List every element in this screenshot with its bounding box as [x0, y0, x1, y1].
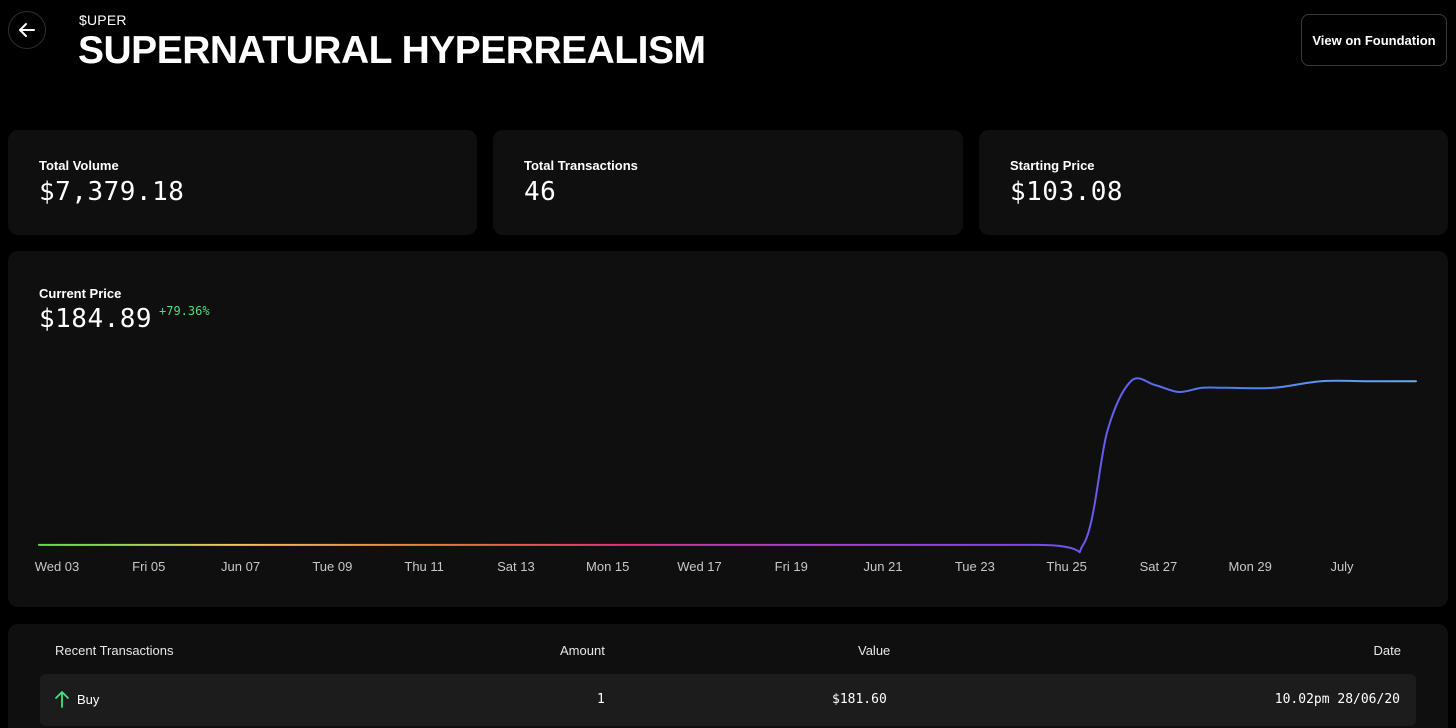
transaction-value: $181.60	[832, 692, 887, 707]
amount-column-header: Amount	[560, 643, 605, 658]
page: $UPER SUPERNATURAL HYPERREALISM View on …	[0, 0, 1456, 728]
total-transactions-card: Total Transactions 46	[493, 130, 963, 235]
x-tick-label: Wed 03	[35, 559, 80, 574]
transaction-type: Buy	[77, 692, 100, 707]
total-volume-value: $7,379.18	[39, 177, 185, 207]
x-tick-label: Thu 11	[404, 559, 444, 574]
starting-price-card: Starting Price $103.08	[979, 130, 1448, 235]
total-transactions-label: Total Transactions	[524, 158, 638, 173]
x-tick-label: Sat 13	[497, 559, 535, 574]
transaction-amount: 1	[597, 692, 605, 707]
arrow-up-icon	[55, 691, 69, 708]
view-on-foundation-button[interactable]: View on Foundation	[1301, 14, 1447, 66]
x-tick-label: Fri 19	[775, 559, 808, 574]
price-line-chart[interactable]: Wed 03 Fri 05 Jun 07 Tue 09 Thu 11 Sat 13 Mon …	[8, 251, 1448, 607]
transaction-date: 10.02pm 28/06/20	[1274, 692, 1400, 707]
x-tick-label: Tue 09	[312, 559, 352, 574]
x-tick-label: Mon 15	[586, 559, 629, 574]
total-volume-card: Total Volume $7,379.18	[8, 130, 477, 235]
value-column-header: Value	[858, 643, 891, 658]
total-volume-label: Total Volume	[39, 158, 119, 173]
arrow-left-icon	[19, 23, 35, 37]
x-tick-label: Tue 23	[955, 559, 995, 574]
page-title: SUPERNATURAL HYPERREALISM	[78, 29, 706, 72]
total-transactions-value: 46	[524, 177, 557, 207]
x-tick-label: Fri 05	[132, 559, 165, 574]
x-axis-ticks: Wed 03 Fri 05 Jun 07 Tue 09 Thu 11 Sat 13 Mon …	[35, 559, 1354, 574]
x-tick-label: Jun 21	[864, 559, 903, 574]
x-tick-label: July	[1330, 559, 1354, 574]
x-tick-label: Jun 07	[221, 559, 260, 574]
x-tick-label: Mon 29	[1229, 559, 1272, 574]
price-chart-card: Current Price $184.89 +79.36% Wed 03 Fri …	[8, 251, 1448, 607]
x-tick-label: Thu 25	[1046, 559, 1086, 574]
recent-transactions-title: Recent Transactions	[55, 643, 174, 658]
price-series-line	[38, 377, 1417, 554]
recent-transactions-card: Recent Transactions Amount Value Date Bu…	[8, 624, 1448, 728]
x-tick-label: Sat 27	[1140, 559, 1178, 574]
transaction-row[interactable]: Buy 1 $181.60 10.02pm 28/06/20	[40, 674, 1416, 726]
starting-price-value: $103.08	[1010, 177, 1124, 207]
starting-price-label: Starting Price	[1010, 158, 1095, 173]
back-button[interactable]	[8, 11, 46, 49]
collection-ticker: $UPER	[79, 12, 127, 28]
date-column-header: Date	[1373, 643, 1401, 658]
x-tick-label: Wed 17	[677, 559, 722, 574]
